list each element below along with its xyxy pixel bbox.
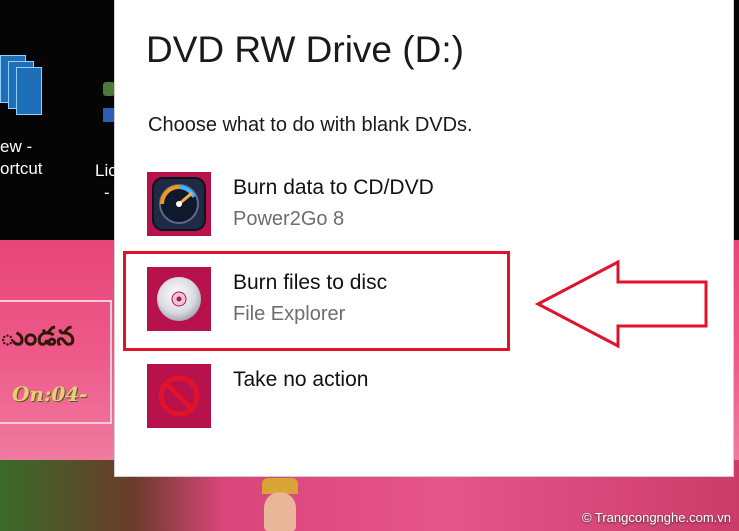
watermark: © Trangcongnghe.com.vn (581, 510, 731, 525)
wallpaper-date: On:04- (12, 382, 88, 406)
dialog-prompt: Choose what to do with blank DVDs. (148, 114, 473, 136)
wallpaper-text: ుండన (0, 322, 75, 352)
desktop-shortcut-icon[interactable] (0, 55, 42, 125)
no-action-icon (147, 364, 211, 428)
dialog-title: DVD RW Drive (D:) (146, 29, 464, 70)
desktop-shortcut-label-2[interactable]: ortcut (0, 158, 43, 180)
pointer-arrow-icon (534, 259, 708, 349)
desktop-shortcut-label[interactable]: ew - (0, 136, 32, 158)
desktop-app-label-2[interactable]: - (104, 182, 110, 204)
option-label: Burn data to CD/DVD (233, 176, 434, 199)
desktop-app-label[interactable]: Lic (95, 160, 117, 182)
wallpaper-figure (248, 478, 312, 531)
highlight-box (123, 251, 510, 351)
option-sublabel: Power2Go 8 (233, 208, 345, 230)
option-burn-data[interactable]: Burn data to CD/DVD Power2Go 8 (115, 163, 733, 253)
option-take-no-action[interactable]: Take no action (115, 355, 733, 445)
power2go-icon (147, 172, 211, 236)
option-label: Take no action (233, 368, 369, 391)
autoplay-dialog: DVD RW Drive (D:) Choose what to do with… (115, 0, 733, 476)
